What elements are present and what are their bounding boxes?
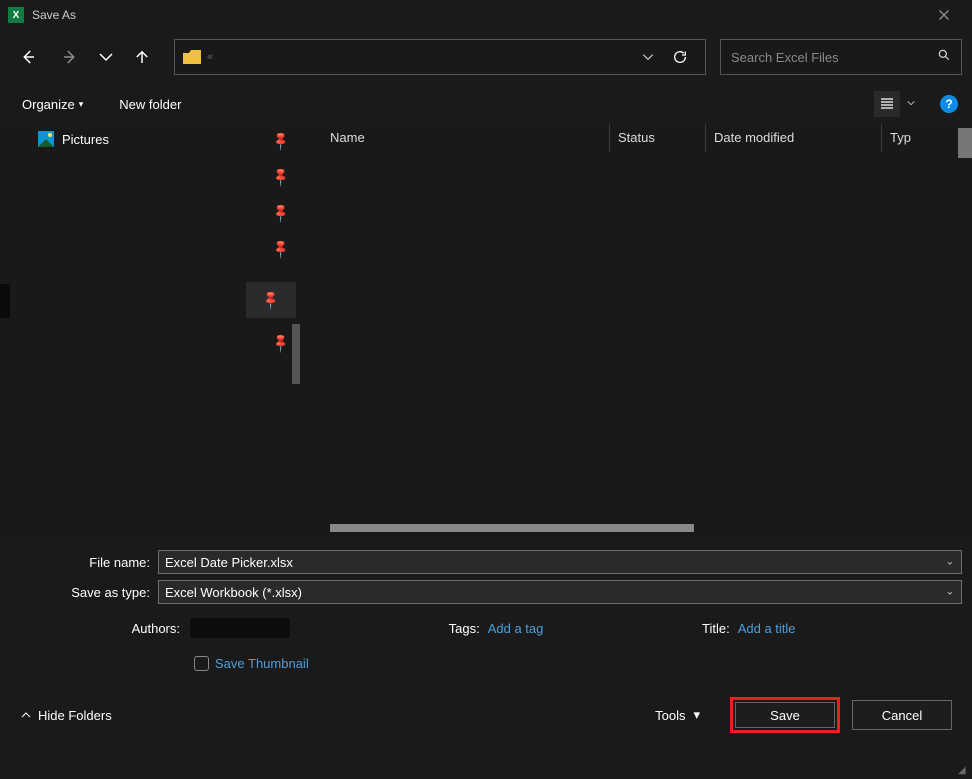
pin-icon: 📌 <box>261 290 281 310</box>
view-dropdown-button[interactable] <box>902 95 920 113</box>
tools-label: Tools <box>655 708 685 723</box>
organize-label: Organize <box>22 97 75 112</box>
resize-grip[interactable]: ◢ <box>958 765 970 777</box>
pin-icon[interactable]: 📌 <box>271 167 291 187</box>
pictures-icon <box>38 131 54 147</box>
add-tag-link[interactable]: Add a tag <box>488 621 544 636</box>
sidebar-scrollbar[interactable] <box>292 324 300 384</box>
address-bar[interactable]: « <box>174 39 706 75</box>
window-title: Save As <box>32 8 924 22</box>
search-box[interactable] <box>720 39 962 75</box>
chevron-down-icon: ▾ <box>79 99 84 110</box>
sidebar-collapse-tab[interactable] <box>0 284 10 318</box>
forward-button[interactable] <box>52 39 88 75</box>
sidebar: Pictures 📌 📌 📌 📌 📌 📌 <box>0 124 300 538</box>
save-thumbnail-checkbox[interactable] <box>194 656 209 671</box>
file-list: Name Status Date modified Typ <box>300 124 972 538</box>
new-folder-button[interactable]: New folder <box>111 90 189 118</box>
up-button[interactable] <box>124 39 160 75</box>
column-name[interactable]: Name <box>300 124 610 152</box>
pin-icon[interactable]: 📌 <box>271 131 291 151</box>
title-label: Title: <box>702 621 730 636</box>
close-icon[interactable] <box>924 0 964 30</box>
footer: File name: ⌄ Save as type: ⌄ Authors: Ta… <box>0 538 972 749</box>
navbar: « <box>0 30 972 84</box>
hide-folders-button[interactable]: Hide Folders <box>20 708 112 723</box>
tools-button[interactable]: Tools ▾ <box>645 702 710 728</box>
view-options-button[interactable] <box>874 91 900 117</box>
save-as-type-label: Save as type: <box>10 585 158 600</box>
search-icon[interactable] <box>937 48 951 67</box>
search-input[interactable] <box>731 50 937 65</box>
save-button-highlight: Save <box>730 697 840 733</box>
excel-icon <box>8 7 24 23</box>
column-status[interactable]: Status <box>610 124 706 152</box>
toolbar: Organize ▾ New folder ? <box>0 84 972 124</box>
save-as-type-select[interactable] <box>158 580 962 604</box>
tags-label: Tags: <box>449 621 480 636</box>
file-list-horizontal-scrollbar[interactable] <box>330 524 694 532</box>
column-date-modified[interactable]: Date modified <box>706 124 882 152</box>
column-headers: Name Status Date modified Typ <box>300 124 972 152</box>
titlebar: Save As <box>0 0 972 30</box>
pin-icon[interactable]: 📌 <box>271 203 291 223</box>
help-icon-text: ? <box>945 97 952 111</box>
main-area: Pictures 📌 📌 📌 📌 📌 📌 Name Status Date mo… <box>0 124 972 538</box>
address-dropdown-button[interactable] <box>633 50 663 64</box>
sidebar-item-pictures[interactable]: Pictures <box>0 124 300 154</box>
pin-icon[interactable]: 📌 <box>271 333 291 353</box>
organize-button[interactable]: Organize ▾ <box>14 90 91 118</box>
recent-locations-button[interactable] <box>94 39 118 75</box>
save-button[interactable]: Save <box>735 702 835 728</box>
breadcrumb-separator: « <box>207 51 213 63</box>
sidebar-item-label: Pictures <box>62 132 109 147</box>
cancel-button[interactable]: Cancel <box>852 700 952 730</box>
authors-label: Authors: <box>132 621 180 636</box>
pin-row-selected[interactable]: 📌 <box>246 282 296 318</box>
help-button[interactable]: ? <box>940 95 958 113</box>
back-button[interactable] <box>10 39 46 75</box>
refresh-button[interactable] <box>663 49 697 65</box>
add-title-link[interactable]: Add a title <box>738 621 796 636</box>
pin-icon[interactable]: 📌 <box>271 239 291 259</box>
file-name-input[interactable] <box>158 550 962 574</box>
save-thumbnail-label[interactable]: Save Thumbnail <box>215 656 309 671</box>
folder-icon <box>183 50 201 64</box>
file-list-vertical-scrollbar[interactable] <box>958 128 972 158</box>
hide-folders-label: Hide Folders <box>38 708 112 723</box>
chevron-down-icon: ▾ <box>693 707 700 723</box>
authors-field[interactable] <box>190 618 290 638</box>
new-folder-label: New folder <box>119 97 181 112</box>
file-name-label: File name: <box>10 555 158 570</box>
